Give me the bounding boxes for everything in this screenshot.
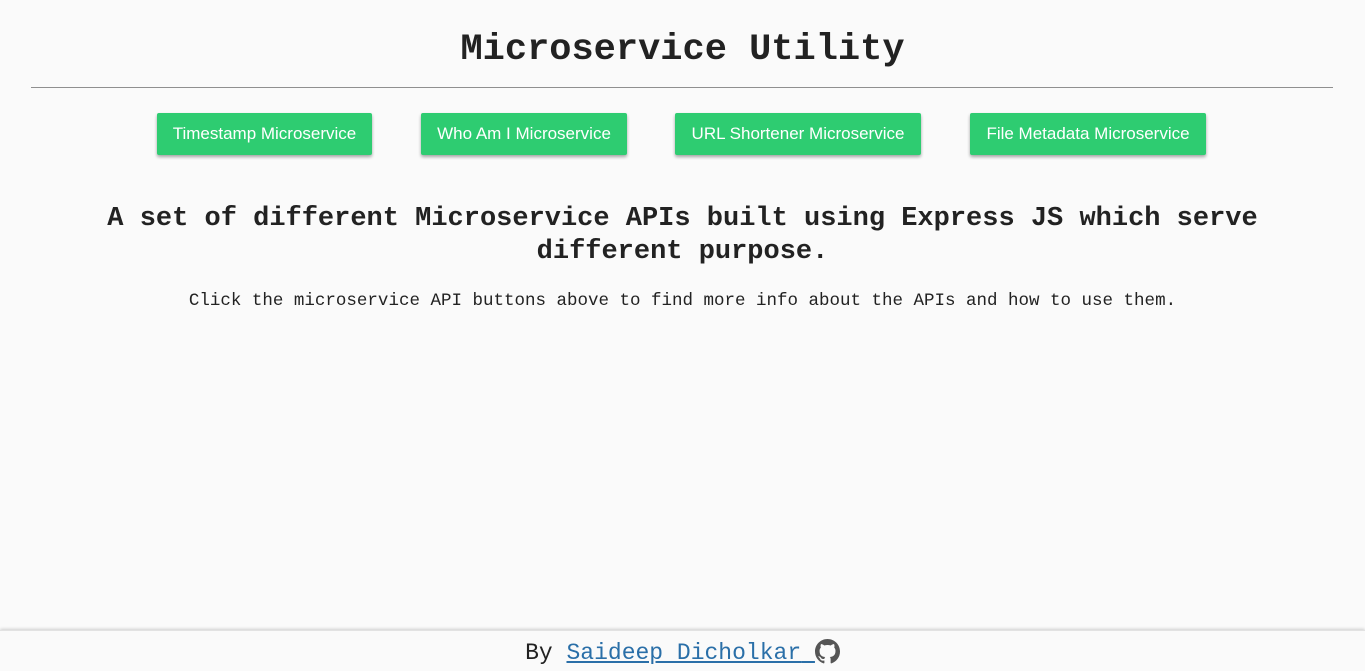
who-am-i-microservice-button[interactable]: Who Am I Microservice [421,113,627,155]
microservice-nav: Timestamp Microservice Who Am I Microser… [0,113,1365,156]
footer-prefix: By [525,640,553,666]
title-divider [31,87,1333,88]
intro-subtext: Click the microservice API buttons above… [188,291,1177,311]
footer: By Saideep Dicholkar [0,630,1365,671]
file-metadata-microservice-button[interactable]: File Metadata Microservice [970,113,1206,155]
author-github-link[interactable]: Saideep Dicholkar [566,639,840,666]
timestamp-microservice-button[interactable]: Timestamp Microservice [157,113,372,155]
github-icon [814,639,840,664]
author-name: Saideep Dicholkar [566,640,802,666]
page-title: Microservice Utility [460,29,905,71]
intro-headline: A set of different Microservice APIs bui… [107,204,1258,267]
url-shortener-microservice-button[interactable]: URL Shortener Microservice [675,113,921,155]
